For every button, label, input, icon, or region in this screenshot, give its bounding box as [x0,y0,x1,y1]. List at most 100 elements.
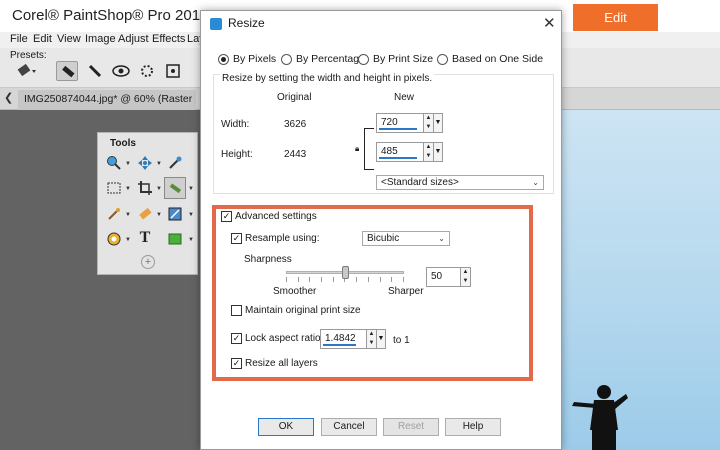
ok-button[interactable]: OK [258,418,314,436]
resize-all-layers-checkbox[interactable]: ✓ Resize all layers [231,358,318,369]
fill-tool-icon[interactable] [105,230,123,248]
radio-label: Based on One Side [452,53,544,65]
maintain-print-size-checkbox[interactable]: Maintain original print size [231,305,361,316]
tool-flyout-arrow[interactable]: ▼ [188,237,194,243]
checkbox-box[interactable]: ✓ [231,233,242,244]
edit-workspace-tab[interactable]: Edit [573,4,658,31]
crop-tool-icon[interactable] [136,179,154,197]
straighten-tool-icon[interactable] [164,177,186,199]
add-tool-icon[interactable]: + [141,255,155,269]
menu-effects[interactable]: Effects [152,33,185,45]
tool-flyout-arrow[interactable]: ▼ [125,237,131,243]
presets-dropdown-icon[interactable] [16,61,38,81]
menu-edit[interactable]: Edit [33,33,52,45]
chevron-left-icon[interactable]: ❮ [4,91,13,104]
height-original-value: 2443 [284,149,307,160]
resample-method-value: Bicubic [367,233,400,244]
checkbox-label: Advanced settings [235,211,317,222]
radio-by-pixels[interactable]: By Pixels [218,53,276,65]
radio-label: By Percentage [296,53,365,65]
radio-dot[interactable] [358,53,369,65]
chevron-down-icon: ⌄ [532,178,539,187]
tools-palette: Tools ▼ ▼ ▼ ▼ ▼ ▼ ▼ ▼ ▼ T ▼ + [97,132,198,275]
move-tool-icon[interactable] [136,154,154,172]
radio-dot[interactable] [281,53,292,65]
checkbox-box[interactable]: ✓ [221,211,232,222]
width-input[interactable]: 720 ▲ ▼ ▼ [376,113,443,133]
close-icon[interactable]: ✕ [543,14,556,32]
text-tool-icon[interactable]: T [136,229,154,247]
chevron-down-icon[interactable]: ▼ [433,143,442,161]
dropper-tool-icon[interactable] [166,154,184,172]
cancel-button[interactable]: Cancel [321,418,377,436]
sparkle-icon[interactable] [136,61,158,81]
tool-flyout-arrow[interactable]: ▼ [156,212,162,218]
tool-flyout-arrow[interactable]: ▼ [188,212,194,218]
standard-sizes-select[interactable]: <Standard sizes> ⌄ [376,175,544,190]
gradient-tool-icon[interactable] [166,205,184,223]
radio-dot[interactable] [218,53,229,65]
spinner-arrows-icon[interactable]: ▲ ▼ [423,114,433,132]
lock-icon: 🔒︎ [355,144,360,153]
focus-underline [323,344,356,346]
selection-tool-icon[interactable] [105,179,123,197]
sharpness-input[interactable]: 50 ▲ ▼ [426,267,471,287]
lock-aspect-checkbox[interactable]: ✓ Lock aspect ratio: [231,333,323,344]
eraser-tool-icon[interactable] [136,205,154,223]
width-value: 720 [381,117,398,128]
menu-adjust[interactable]: Adjust [118,33,149,45]
spinner-arrows-icon[interactable]: ▲ ▼ [423,143,433,161]
sharpness-value: 50 [431,271,443,282]
resample-method-select[interactable]: Bicubic ⌄ [362,231,450,246]
radio-label: By Print Size [373,53,434,65]
dialog-title: Resize [228,16,265,30]
frame-icon[interactable] [162,61,184,81]
chevron-down-icon: ⌄ [438,234,445,243]
chevron-down-icon[interactable]: ▼ [376,330,385,348]
width-label: Width: [221,119,250,130]
advanced-settings-checkbox[interactable]: ✓ Advanced settings [221,211,317,222]
height-input[interactable]: 485 ▲ ▼ ▼ [376,142,443,162]
tool-flyout-arrow[interactable]: ▼ [125,186,131,192]
chevron-down-icon[interactable]: ▼ [433,114,442,132]
tool-flyout-arrow[interactable]: ▼ [125,212,131,218]
aspect-ratio-suffix: to 1 [393,335,410,346]
checkbox-label: Resample using: [245,233,320,244]
person-silhouette [572,385,628,450]
focus-underline [379,128,417,130]
brush-icon[interactable] [84,61,106,81]
paint-brush-icon[interactable] [105,205,123,223]
spinner-arrows-icon[interactable]: ▲ ▼ [366,330,376,348]
original-header: Original [277,92,312,103]
checkbox-box[interactable] [231,305,242,316]
tool-flyout-arrow[interactable]: ▼ [156,186,162,192]
radio-dot[interactable] [437,53,448,65]
sharpness-slider-thumb[interactable] [341,266,349,279]
menu-view[interactable]: View [57,33,81,45]
radio-based-on-one-side[interactable]: Based on One Side [437,53,543,65]
checkbox-box[interactable]: ✓ [231,333,242,344]
menu-file[interactable]: File [10,33,28,45]
tools-palette-title: Tools [110,138,136,149]
aspect-link-bracket [364,128,374,170]
tool-flyout-arrow[interactable]: ▼ [188,186,194,192]
resize-dialog: Resize ✕ By Pixels By Percentage By Prin… [200,10,562,450]
reset-button[interactable]: Reset [383,418,439,436]
spinner-arrows-icon[interactable]: ▲ ▼ [460,268,470,286]
help-button[interactable]: Help [445,418,501,436]
menu-image[interactable]: Image [85,33,116,45]
zoom-tool-icon[interactable] [105,154,123,172]
tool-flyout-arrow[interactable]: ▼ [156,161,162,167]
radio-by-percentage[interactable]: By Percentage [281,53,365,65]
straighten-tool-icon[interactable] [56,61,78,81]
shape-tool-icon[interactable] [166,230,184,248]
resample-checkbox[interactable]: ✓ Resample using: [231,233,319,244]
document-tab[interactable]: IMG250874044.jpg* @ 60% (Raster 1) [18,90,196,110]
new-header: New [394,92,415,103]
eye-icon[interactable] [110,61,132,81]
checkbox-box[interactable]: ✓ [231,358,242,369]
aspect-ratio-input[interactable]: 1.4842 ▲ ▼ ▼ [320,329,386,349]
width-original-value: 3626 [284,119,307,130]
tool-flyout-arrow[interactable]: ▼ [125,161,131,167]
radio-by-print-size[interactable]: By Print Size [358,53,433,65]
